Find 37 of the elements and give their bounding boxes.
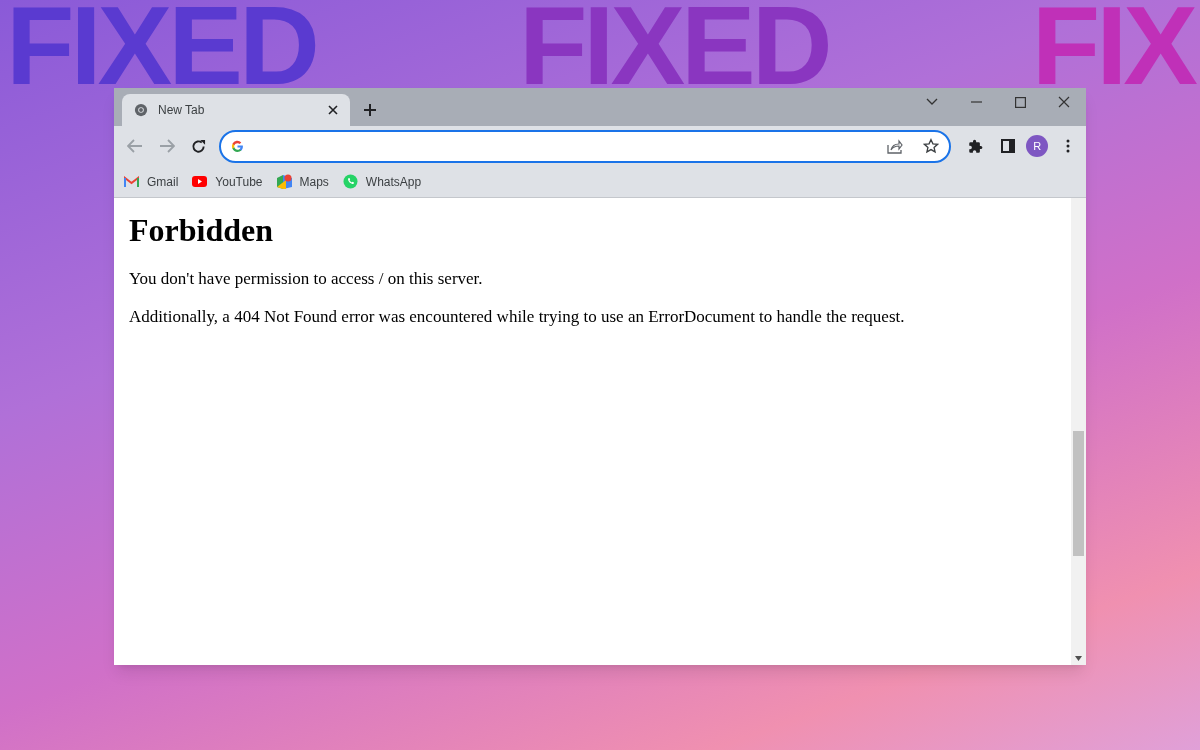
minimize-icon [970, 101, 982, 103]
page-paragraph: Additionally, a 404 Not Found error was encountered while trying to use an ErrorDocument to handle the request. [129, 306, 906, 328]
scroll-down-icon[interactable] [1075, 656, 1082, 661]
bookmark-link[interactable]: Maps [276, 172, 329, 191]
browser-tab[interactable]: New Tab [122, 94, 350, 126]
kebab-menu-icon [1066, 139, 1071, 153]
map-pin-icon [276, 174, 292, 189]
page-paragraph: You don't have permission to access / on this server. [129, 268, 484, 290]
chat-bubble-icon [342, 174, 358, 189]
plus-icon [363, 103, 377, 117]
side-panel-icon [1000, 139, 1015, 153]
play-icon [192, 176, 208, 187]
scrollbar-thumb[interactable] [1073, 431, 1084, 556]
maximize-icon [1014, 96, 1026, 108]
background-word: FIX [1031, 3, 1194, 89]
puzzle-icon [968, 138, 984, 154]
forward-arrow-icon [158, 139, 175, 153]
back-arrow-icon [126, 139, 143, 153]
globe-icon [134, 103, 148, 117]
share-icon[interactable] [886, 138, 903, 154]
profile-avatar[interactable]: R [1026, 135, 1049, 157]
bookmark-link[interactable]: WhatsApp [342, 172, 422, 191]
reload-icon [190, 138, 206, 154]
star-icon[interactable] [922, 138, 939, 154]
close-icon [1058, 96, 1070, 108]
bookmark-link[interactable]: YouTube [192, 172, 263, 191]
bookmark-link[interactable]: Gmail [124, 172, 179, 191]
envelope-m-icon [124, 175, 139, 188]
background-word: FIXED [518, 3, 829, 89]
close-tab-icon[interactable] [328, 105, 338, 115]
google-g-icon [231, 139, 245, 153]
address-bar[interactable] [219, 129, 951, 163]
scrollbar[interactable] [1071, 198, 1086, 665]
background-word: FIXED [6, 3, 316, 89]
chevron-down-icon [926, 98, 938, 106]
page-heading: Forbidden [129, 211, 275, 250]
tab-title: New Tab [158, 102, 206, 119]
